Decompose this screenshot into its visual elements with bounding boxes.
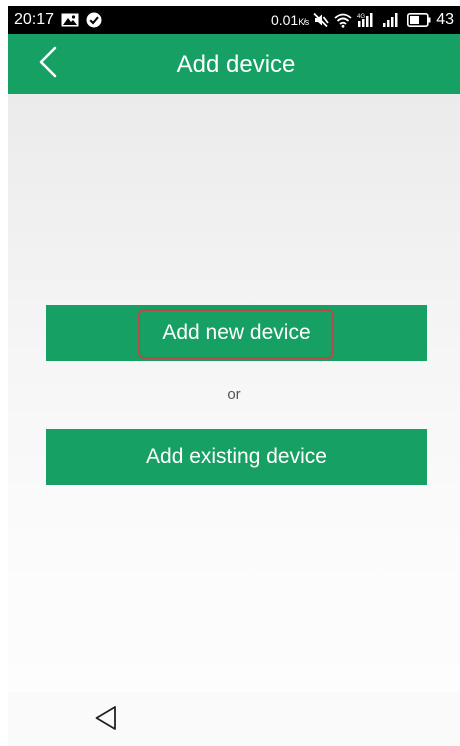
chevron-left-icon	[38, 46, 58, 83]
check-circle-icon	[86, 12, 102, 28]
back-button[interactable]	[30, 46, 66, 82]
add-existing-device-label: Add existing device	[146, 445, 327, 468]
gallery-icon	[61, 13, 79, 27]
app-bar: Add device	[8, 34, 460, 94]
triangle-back-icon	[94, 705, 118, 736]
nav-back-button[interactable]	[92, 705, 120, 736]
wifi-icon	[334, 13, 352, 28]
or-separator: or	[227, 386, 241, 403]
data-unit: K/s	[298, 17, 309, 27]
screen: 20:17 0.01K/s 4G 43 Add device Add new d…	[0, 0, 460, 746]
page-title: Add device	[176, 51, 296, 78]
status-time: 20:17	[14, 11, 55, 28]
status-right: 0.01K/s 4G 43	[271, 11, 454, 29]
status-left: 20:17	[14, 11, 102, 29]
mute-icon	[313, 12, 329, 28]
status-bar: 20:17 0.01K/s 4G 43	[8, 6, 460, 34]
navigation-bar	[8, 692, 460, 746]
battery-level: 43	[436, 11, 454, 28]
add-existing-device-button[interactable]: Add existing device	[46, 429, 427, 485]
signal-icon	[382, 12, 402, 28]
battery-icon	[407, 13, 431, 27]
signal-4g-icon: 4G	[357, 12, 377, 28]
add-new-device-label: Add new device	[162, 321, 311, 344]
main-content: Add new device or Add existing device	[8, 94, 460, 692]
data-speed: 0.01K/s	[270, 12, 309, 28]
add-new-device-button[interactable]: Add new device	[46, 305, 427, 361]
